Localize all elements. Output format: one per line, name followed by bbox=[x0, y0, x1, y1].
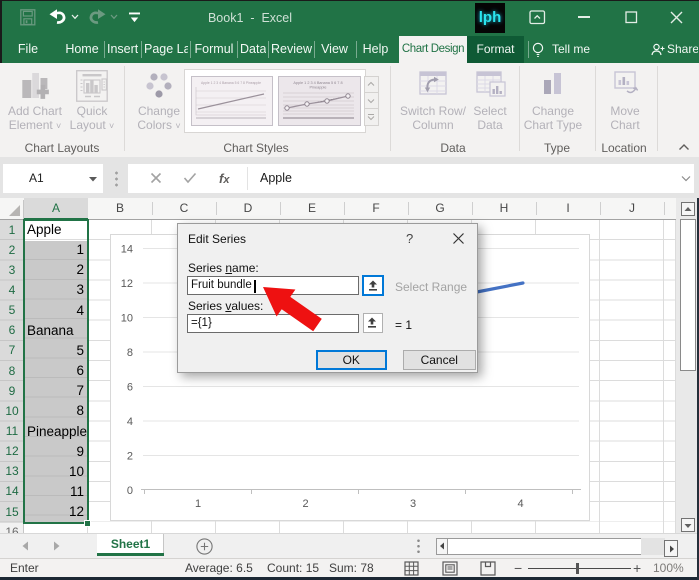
svg-text:10: 10 bbox=[121, 312, 133, 324]
svg-text:1: 1 bbox=[195, 498, 201, 510]
svg-text:2: 2 bbox=[302, 498, 308, 510]
svg-text:Pineapple: Pineapple bbox=[310, 86, 327, 90]
svg-text:6: 6 bbox=[127, 381, 133, 393]
svg-text:3: 3 bbox=[410, 498, 416, 510]
svg-text:0: 0 bbox=[127, 485, 133, 497]
svg-text:4: 4 bbox=[127, 416, 133, 428]
svg-text:Apple 1 2 3 4 Banana 5 6 7 8 P: Apple 1 2 3 4 Banana 5 6 7 8 Pineapple bbox=[201, 81, 261, 85]
svg-text:14: 14 bbox=[121, 243, 133, 255]
svg-text:4: 4 bbox=[517, 498, 523, 510]
svg-text:12: 12 bbox=[121, 278, 133, 290]
svg-text:2: 2 bbox=[127, 450, 133, 462]
svg-text:Apple 1 2 3 4 Banana 5 6 7 8: Apple 1 2 3 4 Banana 5 6 7 8 bbox=[293, 81, 342, 85]
svg-text:8: 8 bbox=[127, 347, 133, 359]
